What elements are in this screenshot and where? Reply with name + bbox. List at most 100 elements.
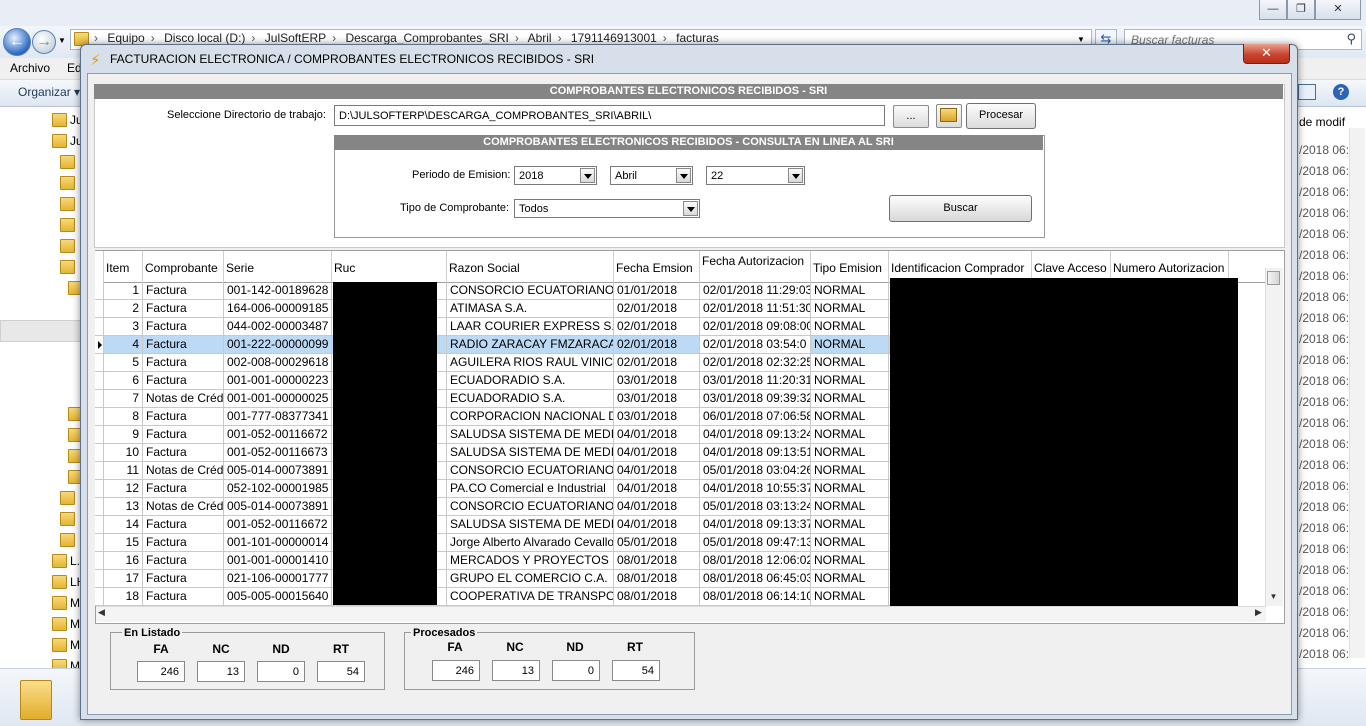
- cell-tipo[interactable]: NORMAL: [811, 372, 889, 390]
- cell-serie[interactable]: 005-005-00015640: [224, 588, 332, 606]
- cell-fecha-emision[interactable]: 02/01/2018: [614, 336, 700, 354]
- breadcrumb-item[interactable]: JulSoftERP: [265, 31, 326, 45]
- cell-tipo[interactable]: NORMAL: [811, 480, 889, 498]
- cell-item[interactable]: 14: [104, 516, 143, 534]
- cell-comprobante[interactable]: Factura: [143, 282, 224, 300]
- column-razon-social[interactable]: Razon Social: [447, 251, 614, 282]
- cell-comprobante[interactable]: Factura: [143, 588, 224, 606]
- nav-item-label[interactable]: M: [70, 638, 80, 652]
- cell-fecha-aut[interactable]: 02/01/2018 11:51:30: [700, 300, 811, 318]
- breadcrumb-item[interactable]: Equipo: [107, 31, 144, 45]
- column-ruc[interactable]: Ruc: [332, 251, 447, 282]
- buscar-button[interactable]: Buscar: [889, 195, 1032, 222]
- back-button[interactable]: ←: [3, 28, 31, 56]
- cell-serie[interactable]: 001-222-00000099: [224, 336, 332, 354]
- cell-fecha-emision[interactable]: 04/01/2018: [614, 480, 700, 498]
- cell-comprobante[interactable]: Factura: [143, 426, 224, 444]
- cell-serie[interactable]: 001-142-00189628: [224, 282, 332, 300]
- cell-item[interactable]: 6: [104, 372, 143, 390]
- cell-razon[interactable]: Jorge Alberto Alvarado Cevallos: [447, 534, 614, 552]
- cell-fecha-aut[interactable]: 02/01/2018 11:29:03: [700, 282, 811, 300]
- procesar-button[interactable]: Procesar: [966, 103, 1036, 129]
- chevron-down-icon[interactable]: [580, 168, 595, 183]
- chevron-down-icon[interactable]: [676, 168, 691, 183]
- row-indicator[interactable]: [95, 408, 104, 426]
- cell-comprobante[interactable]: Factura: [143, 444, 224, 462]
- cell-tipo[interactable]: NORMAL: [811, 408, 889, 426]
- cell-fecha-emision[interactable]: 08/01/2018: [614, 570, 700, 588]
- cell-item[interactable]: 7: [104, 390, 143, 408]
- cell-fecha-aut[interactable]: 08/01/2018 06:14:10: [700, 588, 811, 606]
- cell-fecha-aut[interactable]: 06/01/2018 07:06:58: [700, 408, 811, 426]
- cell-razon[interactable]: SALUDSA SISTEMA DE MEDICINA: [447, 516, 614, 534]
- cell-serie[interactable]: 001-052-00116672: [224, 516, 332, 534]
- scroll-right-icon[interactable]: ▶: [1255, 607, 1262, 618]
- forward-button[interactable]: →: [32, 30, 56, 54]
- cell-fecha-aut[interactable]: 08/01/2018 06:45:03: [700, 570, 811, 588]
- cell-comprobante[interactable]: Factura: [143, 534, 224, 552]
- cell-item[interactable]: 18: [104, 588, 143, 606]
- cell-razon[interactable]: CONSORCIO ECUATORIANO: [447, 498, 614, 516]
- cell-comprobante[interactable]: Factura: [143, 516, 224, 534]
- cell-serie[interactable]: 001-001-00000223: [224, 372, 332, 390]
- cell-fecha-emision[interactable]: 02/01/2018: [614, 318, 700, 336]
- cell-tipo[interactable]: NORMAL: [811, 570, 889, 588]
- cell-item[interactable]: 12: [104, 480, 143, 498]
- row-indicator[interactable]: [95, 354, 104, 372]
- explorer-scrollbar[interactable]: [1349, 128, 1365, 658]
- cell-serie[interactable]: 001-001-00001410: [224, 552, 332, 570]
- menu-archivo[interactable]: Archivo: [10, 61, 50, 75]
- row-indicator[interactable]: [95, 588, 104, 606]
- cell-fecha-emision[interactable]: 04/01/2018: [614, 462, 700, 480]
- column-comprobante[interactable]: Comprobante: [143, 251, 224, 282]
- cell-razon[interactable]: AGUILERA RIOS RAUL VINICIO: [447, 354, 614, 372]
- cell-serie[interactable]: 001-001-00000025: [224, 390, 332, 408]
- cell-fecha-emision[interactable]: 04/01/2018: [614, 426, 700, 444]
- cell-tipo[interactable]: NORMAL: [811, 318, 889, 336]
- cell-item[interactable]: 8: [104, 408, 143, 426]
- column-item[interactable]: Item: [104, 251, 143, 282]
- cell-fecha-aut[interactable]: 05/01/2018 09:47:13: [700, 534, 811, 552]
- cell-item[interactable]: 17: [104, 570, 143, 588]
- cell-fecha-emision[interactable]: 02/01/2018: [614, 354, 700, 372]
- cell-razon[interactable]: ATIMASA S.A.: [447, 300, 614, 318]
- row-indicator[interactable]: [95, 444, 104, 462]
- cell-item[interactable]: 15: [104, 534, 143, 552]
- cell-serie[interactable]: 005-014-00073891: [224, 498, 332, 516]
- cell-serie[interactable]: 001-052-00116672: [224, 426, 332, 444]
- cell-item[interactable]: 16: [104, 552, 143, 570]
- cell-item[interactable]: 2: [104, 300, 143, 318]
- address-dropdown-icon[interactable]: ▼: [1077, 35, 1085, 44]
- cell-serie[interactable]: 044-002-00003487: [224, 318, 332, 336]
- cell-fecha-aut[interactable]: 05/01/2018 03:04:26: [700, 462, 811, 480]
- day-select[interactable]: 22: [706, 166, 805, 185]
- cell-fecha-aut[interactable]: 04/01/2018 10:55:37: [700, 480, 811, 498]
- breadcrumb-item[interactable]: Disco local (D:): [164, 31, 245, 45]
- cell-fecha-aut[interactable]: 02/01/2018 03:54:0: [700, 336, 811, 354]
- cell-tipo[interactable]: NORMAL: [811, 462, 889, 480]
- maximize-button[interactable]: ❐: [1287, 0, 1315, 20]
- cell-comprobante[interactable]: Factura: [143, 318, 224, 336]
- cell-comprobante[interactable]: Notas de Crédito: [143, 498, 224, 516]
- cell-tipo[interactable]: NORMAL: [811, 282, 889, 300]
- cell-fecha-aut[interactable]: 02/01/2018 09:08:00: [700, 318, 811, 336]
- breadcrumb-item[interactable]: facturas: [676, 31, 719, 45]
- cell-fecha-aut[interactable]: 02/01/2018 02:32:25: [700, 354, 811, 372]
- cell-razon[interactable]: COOPERATIVA DE TRANSPORTE: [447, 588, 614, 606]
- cell-fecha-aut[interactable]: 04/01/2018 09:13:24: [700, 426, 811, 444]
- cell-comprobante[interactable]: Factura: [143, 552, 224, 570]
- row-indicator[interactable]: [95, 390, 104, 408]
- column-tipo-emision[interactable]: Tipo Emision: [811, 251, 889, 282]
- cell-razon[interactable]: MERCADOS Y PROYECTOS M: [447, 552, 614, 570]
- nav-item-label[interactable]: M: [70, 596, 80, 610]
- row-indicator[interactable]: [95, 300, 104, 318]
- cell-tipo[interactable]: NORMAL: [811, 300, 889, 318]
- month-select[interactable]: Abril: [610, 166, 693, 185]
- cell-item[interactable]: 9: [104, 426, 143, 444]
- cell-fecha-emision[interactable]: 01/01/2018: [614, 282, 700, 300]
- row-indicator[interactable]: [95, 516, 104, 534]
- cell-tipo[interactable]: NORMAL: [811, 516, 889, 534]
- preview-pane-icon[interactable]: [1298, 84, 1316, 100]
- cell-fecha-emision[interactable]: 08/01/2018: [614, 588, 700, 606]
- help-icon[interactable]: ?: [1333, 84, 1349, 100]
